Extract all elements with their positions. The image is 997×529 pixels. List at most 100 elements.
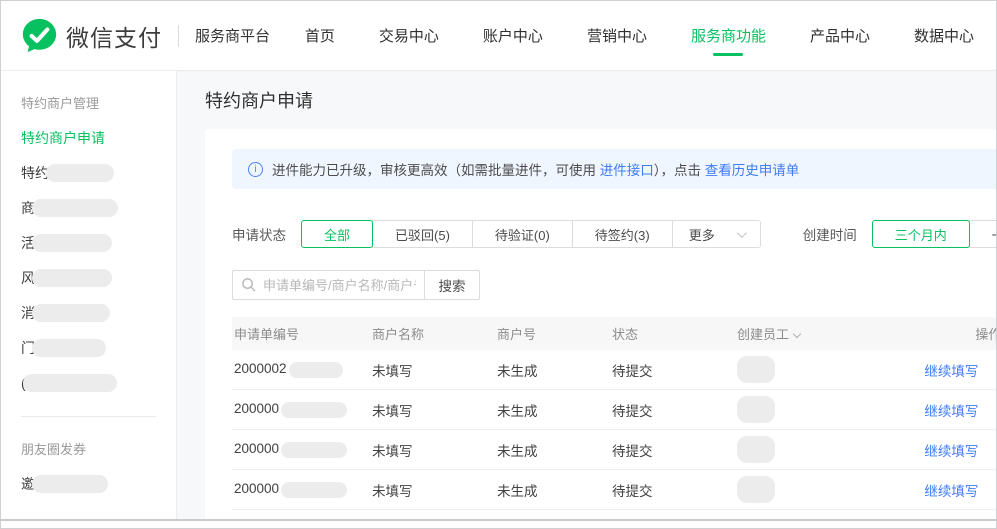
page-title: 特约商户申请 bbox=[205, 87, 997, 113]
merchant-name-cell: 未填写 bbox=[372, 480, 497, 500]
redacted-text bbox=[281, 482, 347, 498]
column-header-merchant-name: 商户名称 bbox=[372, 324, 497, 343]
application-id-cell: 200000 bbox=[232, 441, 372, 457]
sidebar-item-blurred-5[interactable]: 消 bbox=[21, 295, 176, 330]
creator-cell bbox=[737, 356, 852, 383]
chevron-down-icon bbox=[793, 330, 801, 338]
status-filter-rejected[interactable]: 已驳回(5) bbox=[372, 220, 473, 248]
sidebar: 特约商户管理 特约商户申请 特约 商 活 风 消 门 ( 朋友圈发券 邀 bbox=[1, 71, 177, 529]
search-icon bbox=[241, 277, 256, 297]
column-header-creator[interactable]: 创建员工 bbox=[737, 324, 852, 343]
continue-filling-link[interactable]: 继续填写 bbox=[924, 440, 978, 460]
continue-filling-link[interactable]: 继续填写 bbox=[924, 360, 978, 380]
creator-cell bbox=[737, 396, 852, 423]
nav-item-home[interactable]: 首页 bbox=[283, 1, 357, 70]
main-nav: 首页 交易中心 账户中心 营销中心 服务商功能 产品中心 数据中心 bbox=[283, 1, 996, 70]
redacted-text bbox=[32, 199, 118, 217]
status-filter-all[interactable]: 全部 bbox=[301, 220, 373, 248]
sidebar-item-blurred-1[interactable]: 特约 bbox=[21, 155, 176, 190]
actions-cell: 继续填写撤销申请 bbox=[852, 360, 997, 380]
nav-item-account-center[interactable]: 账户中心 bbox=[461, 1, 565, 70]
redacted-text bbox=[46, 164, 114, 182]
sidebar-item-blurred-2[interactable]: 商 bbox=[21, 190, 176, 225]
redacted-text bbox=[289, 362, 343, 378]
redacted-text bbox=[23, 374, 117, 392]
nav-item-marketing-center[interactable]: 营销中心 bbox=[565, 1, 669, 70]
column-header-application-id: 申请单编号 bbox=[232, 324, 372, 343]
application-id-cell: 200000 bbox=[232, 481, 372, 497]
sidebar-item-blurred-4[interactable]: 风 bbox=[21, 260, 176, 295]
search-input[interactable] bbox=[232, 270, 424, 300]
merchant-id-cell: 未生成 bbox=[497, 440, 612, 460]
redacted-text bbox=[32, 304, 110, 322]
nav-item-transaction-center[interactable]: 交易中心 bbox=[357, 1, 461, 70]
search-box: 搜索 bbox=[232, 270, 480, 300]
brand-platform-label: 服务商平台 bbox=[195, 25, 270, 46]
continue-filling-link[interactable]: 继续填写 bbox=[924, 400, 978, 420]
table-row: 2000002 未填写 未生成 待提交 继续填写撤销申请 bbox=[232, 350, 997, 390]
redacted-text bbox=[737, 476, 775, 503]
filter-row: 申请状态 全部 已驳回(5) 待验证(0) 待签约(3) 更多 创建时间 三个月… bbox=[232, 220, 997, 248]
merchant-name-cell: 未填写 bbox=[372, 400, 497, 420]
redacted-text bbox=[32, 269, 112, 287]
sidebar-item-blurred-7[interactable]: ( bbox=[21, 365, 176, 400]
window-bottom-edge bbox=[1, 519, 996, 528]
status-filter-label: 申请状态 bbox=[232, 224, 286, 244]
redacted-text bbox=[737, 436, 775, 463]
status-filter-pending-signing[interactable]: 待签约(3) bbox=[572, 220, 673, 248]
api-link[interactable]: 进件接口 bbox=[600, 163, 654, 178]
status-cell: 待提交 bbox=[612, 480, 737, 500]
main-content: 特约商户申请 进件能力已升级，审核更高效（如需批量进件，可使用 进件接口），点击… bbox=[177, 71, 997, 529]
info-icon bbox=[248, 162, 263, 177]
sidebar-item-merchant-application[interactable]: 特约商户申请 bbox=[21, 120, 176, 155]
redacted-text bbox=[737, 396, 775, 423]
brand-name: 微信支付 bbox=[66, 19, 162, 53]
nav-item-service-provider-features[interactable]: 服务商功能 bbox=[669, 1, 788, 70]
brand-divider bbox=[178, 25, 179, 47]
actions-cell: 继续填写撤销申请 bbox=[852, 440, 997, 460]
body-layout: 特约商户管理 特约商户申请 特约 商 活 风 消 门 ( 朋友圈发券 邀 特约商… bbox=[1, 71, 996, 529]
column-header-status: 状态 bbox=[612, 324, 737, 343]
merchant-id-cell: 未生成 bbox=[497, 400, 612, 420]
creator-cell bbox=[737, 436, 852, 463]
app-window: 微信支付 服务商平台 首页 交易中心 账户中心 营销中心 服务商功能 产品中心 … bbox=[0, 0, 997, 529]
actions-cell: 继续填写撤销申请 bbox=[852, 400, 997, 420]
nav-item-data-center[interactable]: 数据中心 bbox=[892, 1, 996, 70]
nav-item-product-center[interactable]: 产品中心 bbox=[788, 1, 892, 70]
status-filter-group: 全部 已驳回(5) 待验证(0) 待签约(3) 更多 bbox=[301, 220, 761, 248]
status-filter-pending-verification[interactable]: 待验证(0) bbox=[472, 220, 573, 248]
content-card: 进件能力已升级，审核更高效（如需批量进件，可使用 进件接口），点击 查看历史申请… bbox=[205, 129, 997, 529]
status-cell: 待提交 bbox=[612, 360, 737, 380]
time-filter-group: 三个月内 一年内 全部 bbox=[872, 220, 997, 248]
status-cell: 待提交 bbox=[612, 440, 737, 460]
time-filter-label: 创建时间 bbox=[803, 224, 857, 244]
applications-table: 申请单编号 商户名称 商户号 状态 创建员工 操作 2000002 未填写 未生… bbox=[232, 317, 997, 510]
table-row: 200000 未填写 未生成 待提交 继续填写撤销申请 bbox=[232, 390, 997, 430]
sidebar-item-blurred-6[interactable]: 门 bbox=[21, 330, 176, 365]
column-header-merchant-id: 商户号 bbox=[497, 324, 612, 343]
sidebar-item-blurred-3[interactable]: 活 bbox=[21, 225, 176, 260]
continue-filling-link[interactable]: 继续填写 bbox=[924, 480, 978, 500]
merchant-id-cell: 未生成 bbox=[497, 480, 612, 500]
time-filter-three-months[interactable]: 三个月内 bbox=[872, 220, 970, 248]
redacted-text bbox=[32, 234, 112, 252]
history-applications-link[interactable]: 查看历史申请单 bbox=[705, 163, 800, 178]
search-button[interactable]: 搜索 bbox=[424, 270, 480, 300]
sidebar-section-header-merchant-management: 特约商户管理 bbox=[21, 85, 176, 120]
sidebar-item-blurred-8[interactable]: 邀 bbox=[21, 466, 176, 501]
chevron-down-icon bbox=[737, 228, 747, 238]
sidebar-section-header-moments-coupon: 朋友圈发券 bbox=[21, 431, 176, 466]
table-row: 200000 未填写 未生成 待提交 继续填写撤销申请 bbox=[232, 470, 997, 510]
application-id-cell: 2000002 bbox=[232, 361, 372, 377]
redacted-text bbox=[737, 356, 775, 383]
sidebar-divider bbox=[21, 416, 156, 417]
status-filter-more-dropdown[interactable]: 更多 bbox=[672, 220, 761, 248]
brand: 微信支付 服务商平台 bbox=[21, 17, 270, 54]
time-filter-one-year[interactable]: 一年内 bbox=[969, 220, 997, 248]
top-navbar: 微信支付 服务商平台 首页 交易中心 账户中心 营销中心 服务商功能 产品中心 … bbox=[1, 1, 996, 71]
merchant-name-cell: 未填写 bbox=[372, 360, 497, 380]
actions-cell: 继续填写撤销申请 bbox=[852, 480, 997, 500]
column-header-actions: 操作 bbox=[852, 324, 997, 343]
redacted-text bbox=[32, 475, 108, 493]
redacted-text bbox=[32, 339, 106, 357]
